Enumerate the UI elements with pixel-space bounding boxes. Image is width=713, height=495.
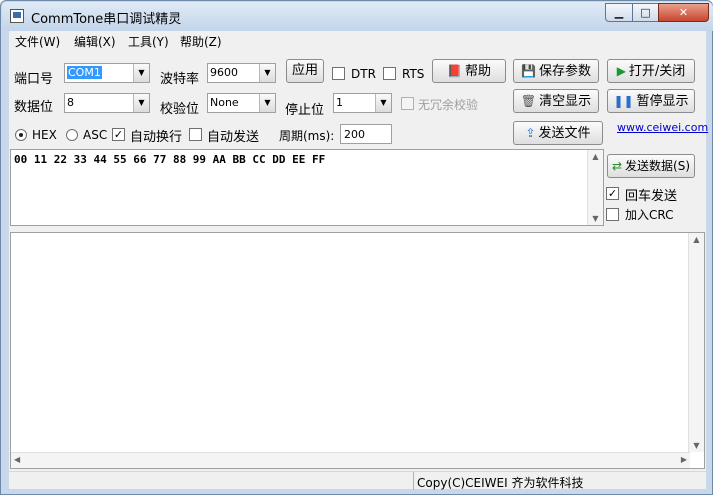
menu-help[interactable]: 帮助(Z) <box>180 33 222 50</box>
baud-label: 波特率 <box>160 72 200 87</box>
baud-value: 9600 <box>210 66 238 79</box>
chevron-down-icon[interactable]: ▼ <box>375 94 391 112</box>
help-button[interactable]: 📕 帮助 <box>432 59 506 83</box>
port-label: 端口号 <box>14 72 54 87</box>
scroll-down-icon[interactable]: ▼ <box>689 441 704 450</box>
dtr-checkbox[interactable] <box>332 67 345 80</box>
app-icon <box>10 9 24 23</box>
window-title: CommTone串口调试精灵 <box>31 12 182 27</box>
parity-label: 校验位 <box>160 102 200 117</box>
receive-display[interactable]: ▲ ▼ ◀ ▶ <box>10 232 705 469</box>
crc-label: 加入CRC <box>625 208 674 222</box>
chevron-down-icon[interactable]: ▼ <box>133 94 149 112</box>
send-file-button[interactable]: ⇪ 发送文件 <box>513 121 603 145</box>
period-label: 周期(ms): <box>279 129 335 143</box>
rts-checkbox[interactable] <box>383 67 396 80</box>
clear-display-button[interactable]: 🗑 清空显示 <box>513 89 599 113</box>
send-data-icon: ⇄ <box>611 159 623 173</box>
cr-send-label: 回车发送 <box>625 189 678 204</box>
auto-newline-label: 自动换行 <box>130 130 183 145</box>
menu-tools[interactable]: 工具(Y) <box>128 33 169 50</box>
status-bar: Copy(C)CEIWEI 齐为软件科技 <box>9 471 706 490</box>
pause-display-label: 暂停显示 <box>636 94 689 109</box>
no-redundant-checkbox[interactable] <box>401 97 414 110</box>
send-scrollbar[interactable]: ▲ ▼ <box>587 150 603 225</box>
play-icon: ▶ <box>616 64 626 78</box>
help-button-label: 帮助 <box>464 64 491 79</box>
asc-radio[interactable] <box>66 129 78 141</box>
crc-checkbox[interactable] <box>606 208 619 221</box>
send-file-label: 发送文件 <box>538 126 591 141</box>
data-bits-value: 8 <box>67 96 74 109</box>
save-params-label: 保存参数 <box>538 64 591 79</box>
scroll-down-icon[interactable]: ▼ <box>588 214 603 223</box>
scroll-left-icon[interactable]: ◀ <box>14 455 20 464</box>
data-bits-label: 数据位 <box>14 100 54 115</box>
trash-icon: 🗑 <box>520 94 537 108</box>
port-value: COM1 <box>67 66 102 79</box>
rts-label: RTS <box>402 67 425 81</box>
clear-display-label: 清空显示 <box>539 94 592 109</box>
send-textarea[interactable]: 00 11 22 33 44 55 66 77 88 99 AA BB CC D… <box>10 149 604 226</box>
send-data-label: 发送数据(S) <box>625 159 691 173</box>
parity-value: None <box>210 96 239 109</box>
send-text: 00 11 22 33 44 55 66 77 88 99 AA BB CC D… <box>14 153 326 166</box>
baud-select[interactable]: 9600 ▼ <box>207 63 276 83</box>
minimize-icon: ▁ <box>614 6 624 19</box>
data-bits-select[interactable]: 8 ▼ <box>64 93 150 113</box>
hex-radio[interactable] <box>15 129 27 141</box>
chevron-down-icon[interactable]: ▼ <box>259 94 275 112</box>
floppy-disk-icon: 💾 <box>521 64 536 78</box>
send-file-icon: ⇪ <box>525 126 536 140</box>
dtr-label: DTR <box>351 67 376 81</box>
save-params-button[interactable]: 💾 保存参数 <box>513 59 599 83</box>
menu-edit[interactable]: 编辑(X) <box>74 33 116 50</box>
chevron-down-icon[interactable]: ▼ <box>259 64 275 82</box>
main-panel: 端口号 COM1 ▼ 波特率 9600 ▼ 应用 DTR RTS 📕 帮助 💾 保存… <box>9 51 708 471</box>
cr-send-checkbox[interactable]: ✓ <box>606 187 619 200</box>
book-icon: 📕 <box>447 64 462 78</box>
open-close-label: 打开/关闭 <box>628 64 686 79</box>
asc-label: ASC <box>83 128 108 142</box>
apply-button[interactable]: 应用 <box>286 59 324 83</box>
menu-bar: 文件(W) 编辑(X) 工具(Y) 帮助(Z) <box>9 31 706 51</box>
period-input[interactable]: 200 <box>340 124 392 144</box>
maximize-button[interactable]: □ <box>632 3 659 22</box>
hex-label: HEX <box>32 128 57 142</box>
copyright-text: Copy(C)CEIWEI 齐为软件科技 <box>413 472 706 490</box>
receive-hscrollbar[interactable]: ◀ ▶ <box>11 452 690 468</box>
stop-bits-label: 停止位 <box>285 103 325 118</box>
window-controls: ▁ □ ✕ <box>605 3 709 22</box>
scroll-up-icon[interactable]: ▲ <box>588 152 603 161</box>
send-data-button[interactable]: ⇄ 发送数据(S) <box>607 154 695 178</box>
parity-select[interactable]: None ▼ <box>207 93 276 113</box>
auto-send-checkbox[interactable] <box>189 128 202 141</box>
auto-send-label: 自动发送 <box>207 130 260 145</box>
minimize-button[interactable]: ▁ <box>605 3 633 22</box>
scroll-up-icon[interactable]: ▲ <box>689 235 704 244</box>
stop-bits-value: 1 <box>336 96 343 109</box>
auto-newline-checkbox[interactable]: ✓ <box>112 128 125 141</box>
receive-vscrollbar[interactable]: ▲ ▼ <box>688 233 704 452</box>
title-bar[interactable]: CommTone串口调试精灵 ▁ □ ✕ <box>2 2 713 31</box>
pause-display-button[interactable]: ❚❚ 暂停显示 <box>607 89 695 113</box>
port-select[interactable]: COM1 ▼ <box>64 63 150 83</box>
pause-icon: ❚❚ <box>613 94 634 108</box>
stop-bits-select[interactable]: 1 ▼ <box>333 93 392 113</box>
close-icon: ✕ <box>678 6 689 19</box>
scroll-right-icon[interactable]: ▶ <box>681 455 687 464</box>
app-window: CommTone串口调试精灵 ▁ □ ✕ 文件(W) 编辑(X) 工具(Y) 帮… <box>0 0 713 495</box>
close-button[interactable]: ✕ <box>658 3 709 22</box>
chevron-down-icon[interactable]: ▼ <box>133 64 149 82</box>
website-link[interactable]: www.ceiwei.com <box>617 121 708 134</box>
menu-file[interactable]: 文件(W) <box>15 33 60 50</box>
maximize-icon: □ <box>640 6 651 19</box>
open-close-button[interactable]: ▶ 打开/关闭 <box>607 59 695 83</box>
no-redundant-label: 无冗余校验 <box>418 98 479 112</box>
